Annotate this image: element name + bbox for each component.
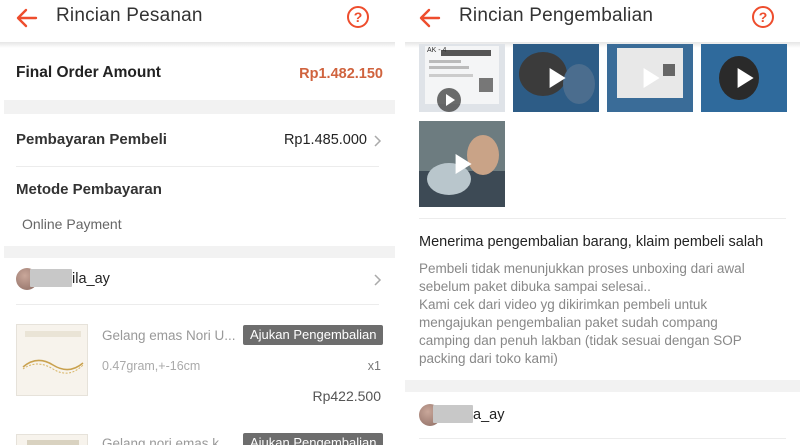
evidence-photo[interactable]: AK - 4	[419, 44, 505, 112]
payment-method-label: Metode Pembayaran	[16, 181, 162, 198]
order-details-screen: Rincian Pesanan ? Final Order Amount Rp1…	[0, 0, 395, 445]
buyer-payment-value: Rp1.485.000	[283, 132, 367, 148]
explanation-line: sebelum paket dibuka sampai selesai..	[419, 279, 651, 294]
request-return-button[interactable]: Ajukan Pengembalian	[243, 325, 384, 345]
evidence-video[interactable]	[607, 44, 693, 112]
help-icon[interactable]: ?	[752, 6, 774, 28]
evidence-video[interactable]	[701, 44, 787, 112]
buyer-name[interactable]: a_ay	[473, 407, 504, 423]
app-bar: Rincian Pesanan ?	[0, 0, 395, 44]
play-badge-icon[interactable]	[437, 88, 461, 112]
play-icon[interactable]	[549, 68, 566, 88]
evidence-video[interactable]	[513, 44, 599, 112]
shipping-label-image	[419, 44, 505, 112]
help-icon[interactable]: ?	[347, 6, 369, 28]
label-tag-text: AK - 4	[427, 47, 447, 54]
return-decision-title: Menerima pengembalian barang, klaim pemb…	[419, 234, 764, 250]
chevron-right-icon[interactable]	[371, 135, 383, 147]
request-return-button[interactable]: Ajukan Pengembalian	[243, 433, 384, 445]
product-variant: 0.47gram,+-16cm	[102, 359, 201, 373]
explanation-line: Kami cek dari video yg dikirimkan pembel…	[419, 297, 708, 312]
final-order-label: Final Order Amount	[16, 64, 161, 81]
play-icon[interactable]	[455, 154, 472, 174]
buyer-name[interactable]: ila_ay	[72, 271, 110, 287]
explanation-line: mengajukan pengembalian paket sudah comp…	[419, 315, 718, 330]
product-quantity: x1	[367, 359, 381, 373]
explanation-line: packing dari toko kami)	[419, 351, 558, 366]
product-thumbnail[interactable]	[16, 324, 88, 396]
product-name[interactable]: Gelang emas Nori U...	[102, 328, 236, 343]
redacted-name-blur	[433, 405, 473, 423]
explanation-line: Pembeli tidak menunjukkan proses unboxin…	[419, 261, 745, 276]
back-arrow-icon[interactable]	[14, 5, 40, 31]
return-details-screen: Rincian Pengembalian ? AK - 4 Menerima p…	[405, 0, 800, 445]
page-title: Rincian Pesanan	[56, 5, 203, 26]
final-order-value: Rp1.482.150	[299, 66, 383, 82]
product-thumbnail[interactable]	[16, 434, 88, 445]
back-arrow-icon[interactable]	[417, 5, 443, 31]
bracelet-image	[22, 331, 84, 374]
page-title: Rincian Pengembalian	[459, 5, 654, 26]
product-price: Rp422.500	[312, 388, 381, 404]
payment-method-row: Metode Pembayaran	[16, 181, 383, 199]
evidence-video[interactable]	[419, 121, 505, 207]
app-bar: Rincian Pengembalian ?	[405, 0, 800, 44]
chevron-right-icon[interactable]	[371, 274, 383, 286]
play-icon[interactable]	[737, 68, 754, 88]
play-icon[interactable]	[643, 68, 660, 88]
explanation-line: camping dan penuh lakban (tidak sesuai d…	[419, 333, 742, 348]
redacted-name-blur	[30, 269, 72, 287]
seller-explanation: Pembeli tidak menunjukkan proses unboxin…	[419, 260, 789, 368]
buyer-payment-label: Pembayaran Pembeli	[16, 131, 167, 148]
product-name[interactable]: Gelang nori emas k	[102, 436, 219, 445]
payment-method-value: Online Payment	[22, 216, 122, 232]
